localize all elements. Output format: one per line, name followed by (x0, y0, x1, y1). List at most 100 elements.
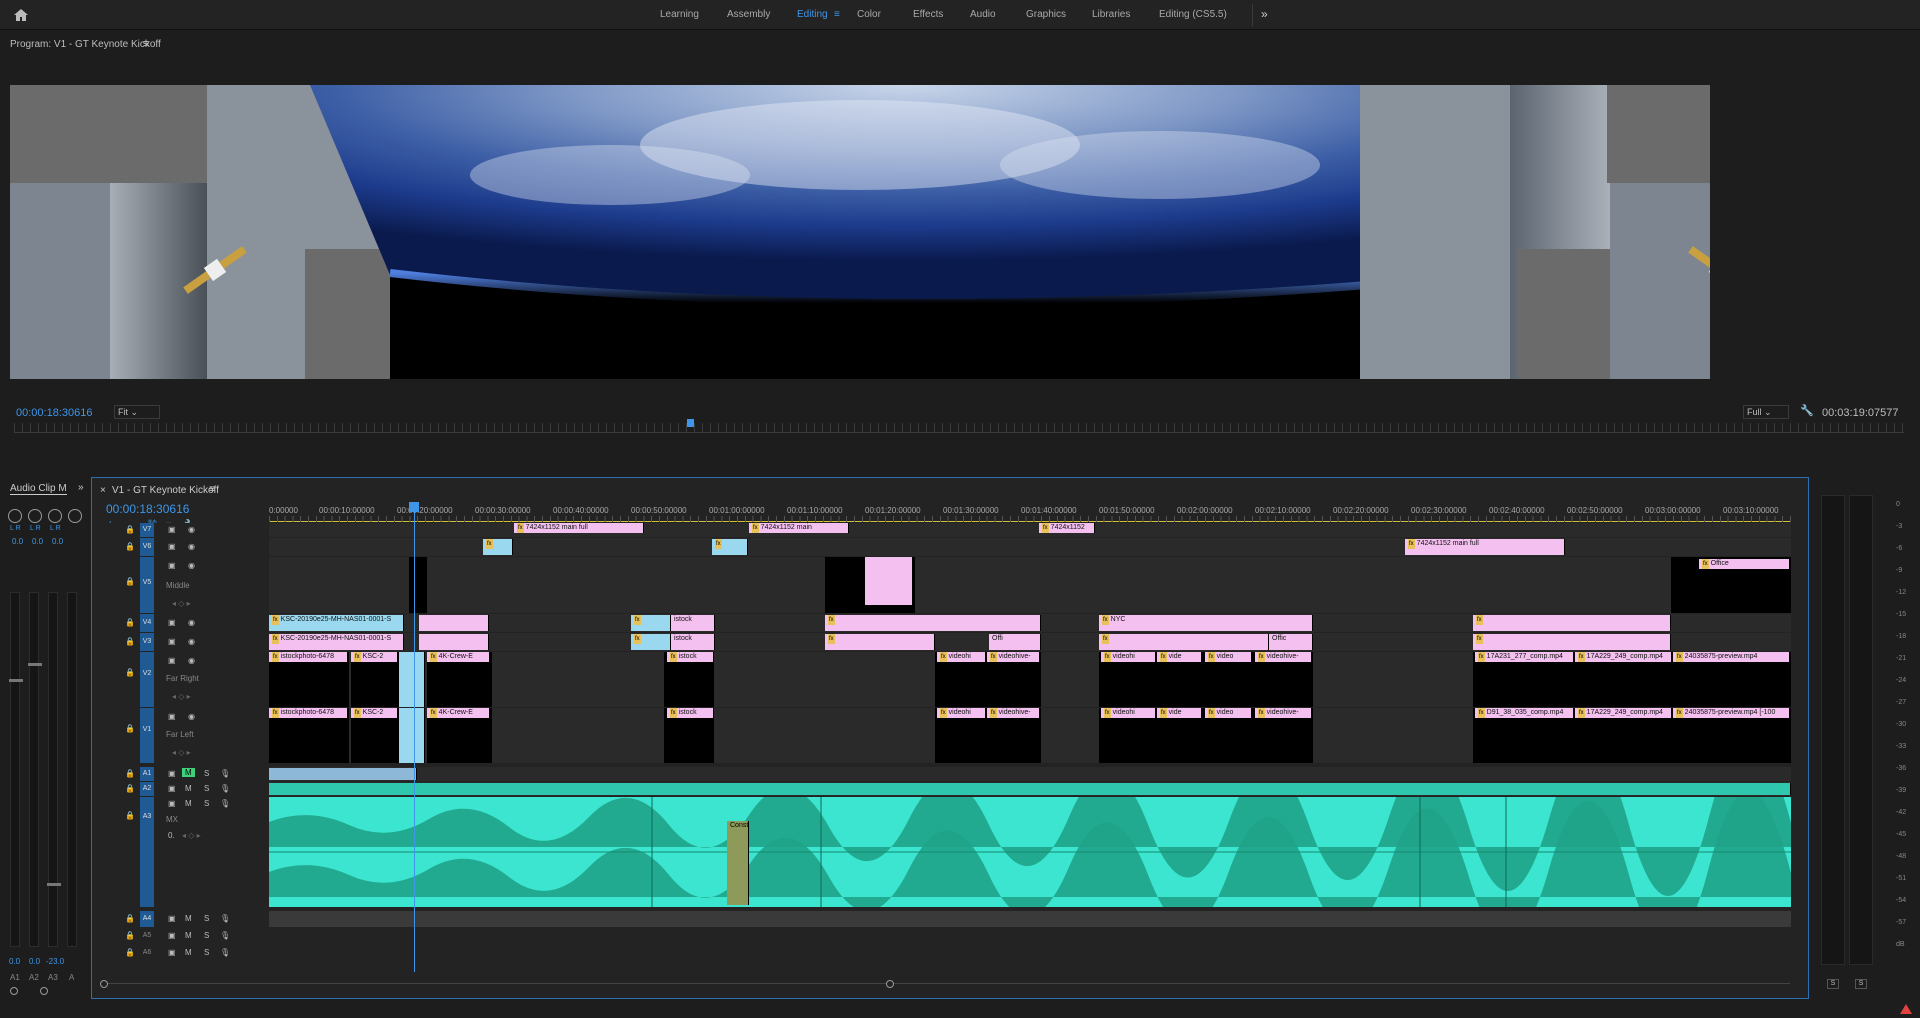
tab-audio[interactable]: Audio (970, 9, 996, 20)
clip[interactable]: istock (671, 615, 715, 631)
timeline-tab[interactable]: V1 - GT Keynote Kickoff (112, 485, 219, 496)
monitor-playhead[interactable] (686, 419, 694, 427)
timeline-timecode[interactable]: 00:00:18:30616 (106, 502, 189, 516)
track-body-v1[interactable]: fx istockphoto-6478 fx KSC-2 fx 4K-Crew-E f… (269, 708, 1791, 763)
track-body-v7[interactable]: fx 7424x1152 main full fx 7424x1152 main f… (269, 523, 1791, 537)
sync-lock-icon[interactable]: ▣ (168, 618, 176, 627)
settings-wrench-icon[interactable]: 🔧 (1800, 404, 1814, 417)
fader-a1[interactable] (9, 592, 23, 947)
fader-a3[interactable] (47, 592, 61, 947)
lock-icon[interactable]: 🔒 (125, 637, 135, 646)
tab-libraries[interactable]: Libraries (1092, 9, 1130, 20)
clip[interactable]: fx (825, 615, 1041, 631)
sync-lock-icon[interactable]: ▣ (168, 769, 176, 778)
clip[interactable]: fx (1473, 634, 1671, 650)
clip[interactable] (419, 634, 489, 650)
scroll-knob[interactable] (40, 987, 48, 995)
tab-effects[interactable]: Effects (913, 9, 943, 20)
mute-button[interactable]: M (185, 914, 192, 923)
tab-editing-menu-icon[interactable]: ≡ (834, 9, 840, 20)
clip[interactable] (419, 615, 489, 631)
voiceover-mic-icon[interactable]: 🎙 (220, 769, 230, 778)
track-body-v5[interactable]: fx Office (269, 557, 1791, 613)
track-body-v6[interactable]: fx fx fx 7424x1152 main full (269, 538, 1791, 556)
tab-editing[interactable]: Editing (797, 9, 828, 20)
program-video-frame[interactable] (10, 85, 1710, 379)
eye-icon[interactable]: ◉ (188, 637, 195, 646)
sync-lock-icon[interactable]: ▣ (168, 948, 176, 957)
sync-lock-icon[interactable]: ▣ (168, 784, 176, 793)
audio-transition[interactable]: Consta (727, 821, 749, 905)
clip[interactable]: fx NYC (1099, 615, 1313, 631)
eye-icon[interactable]: ◉ (188, 712, 195, 721)
track-body-a2[interactable] (269, 782, 1791, 796)
timeline-playhead[interactable] (414, 502, 415, 972)
clip[interactable]: fx 7424x1152 main (749, 523, 849, 533)
lock-icon[interactable]: 🔒 (125, 724, 135, 733)
clip[interactable]: fx KSC-20190e25-MH-NAS01-0001-S (269, 634, 404, 650)
panel-menu-icon[interactable]: ≡ (143, 38, 149, 50)
clip[interactable]: fx (1099, 634, 1269, 650)
voiceover-mic-icon[interactable]: 🎙 (220, 948, 230, 957)
sync-lock-icon[interactable]: ▣ (168, 525, 176, 534)
solo-button[interactable]: S (204, 914, 209, 923)
mute-button[interactable]: M (185, 784, 192, 793)
clip[interactable]: fx (631, 615, 671, 631)
sync-lock-icon[interactable]: ▣ (168, 561, 176, 570)
clip[interactable] (399, 652, 425, 707)
lock-icon[interactable]: 🔒 (125, 811, 135, 820)
track-pan-value[interactable]: 0. (168, 831, 175, 840)
lock-icon[interactable]: 🔒 (125, 784, 135, 793)
fader-handle[interactable] (47, 883, 61, 886)
pan-knob-a3[interactable] (48, 509, 62, 523)
playhead-handle[interactable] (409, 502, 419, 512)
fader-a2[interactable] (28, 592, 42, 947)
clip[interactable]: Offic (1269, 634, 1313, 650)
clip[interactable] (865, 557, 913, 605)
lock-icon[interactable]: 🔒 (125, 769, 135, 778)
track-target[interactable] (140, 652, 154, 707)
clip[interactable]: fx 7424x1152 main full (514, 523, 644, 533)
lock-icon[interactable]: 🔒 (125, 948, 135, 957)
lock-icon[interactable]: 🔒 (125, 931, 135, 940)
solo-button[interactable]: S (204, 784, 209, 793)
sync-lock-icon[interactable]: ▣ (168, 637, 176, 646)
clip[interactable]: fx 7424x1152 main full (1405, 539, 1565, 555)
clip[interactable]: fx (712, 539, 748, 555)
mute-button[interactable]: M (182, 768, 195, 777)
mute-button[interactable]: M (185, 948, 192, 957)
fader-a4[interactable] (67, 592, 77, 947)
tab-graphics[interactable]: Graphics (1026, 9, 1066, 20)
scrollbar-left-handle[interactable] (100, 980, 108, 988)
sync-lock-icon[interactable]: ▣ (168, 712, 176, 721)
track-target[interactable] (140, 708, 154, 763)
sync-lock-icon[interactable]: ▣ (168, 542, 176, 551)
mute-button[interactable]: M (185, 799, 192, 808)
track-body-a1[interactable] (269, 767, 1791, 781)
solo-button[interactable]: S (204, 769, 209, 778)
audio-clip-mixer-tab[interactable]: Audio Clip M (10, 483, 67, 495)
meter-solo-right-button[interactable]: S (1855, 979, 1867, 989)
eye-icon[interactable]: ◉ (188, 525, 195, 534)
clip[interactable]: istock (671, 634, 715, 650)
scrollbar-right-handle[interactable] (886, 980, 894, 988)
voiceover-mic-icon[interactable]: 🎙 (220, 914, 230, 923)
tab-learning[interactable]: Learning (660, 9, 699, 20)
solo-button[interactable]: S (204, 948, 209, 957)
track-body-v3[interactable]: fx KSC-20190e25-MH-NAS01-0001-S fx istock… (269, 633, 1791, 651)
scroll-knob[interactable] (10, 987, 18, 995)
clip[interactable]: fx (1473, 615, 1671, 631)
timeline-scrollbar[interactable] (100, 983, 1790, 989)
clip[interactable] (409, 557, 427, 613)
clip[interactable]: fx (825, 634, 935, 650)
voiceover-mic-icon[interactable]: 🎙 (220, 931, 230, 940)
more-workspaces-icon[interactable]: » (1261, 7, 1268, 21)
lock-icon[interactable]: 🔒 (125, 668, 135, 677)
panel-menu-icon[interactable]: ≡ (209, 484, 215, 495)
eye-icon[interactable]: ◉ (188, 561, 195, 570)
sync-lock-icon[interactable]: ▣ (168, 931, 176, 940)
meter-solo-left-button[interactable]: S (1827, 979, 1839, 989)
fader-handle[interactable] (9, 679, 23, 682)
eye-icon[interactable]: ◉ (188, 618, 195, 627)
tab-assembly[interactable]: Assembly (727, 9, 770, 20)
